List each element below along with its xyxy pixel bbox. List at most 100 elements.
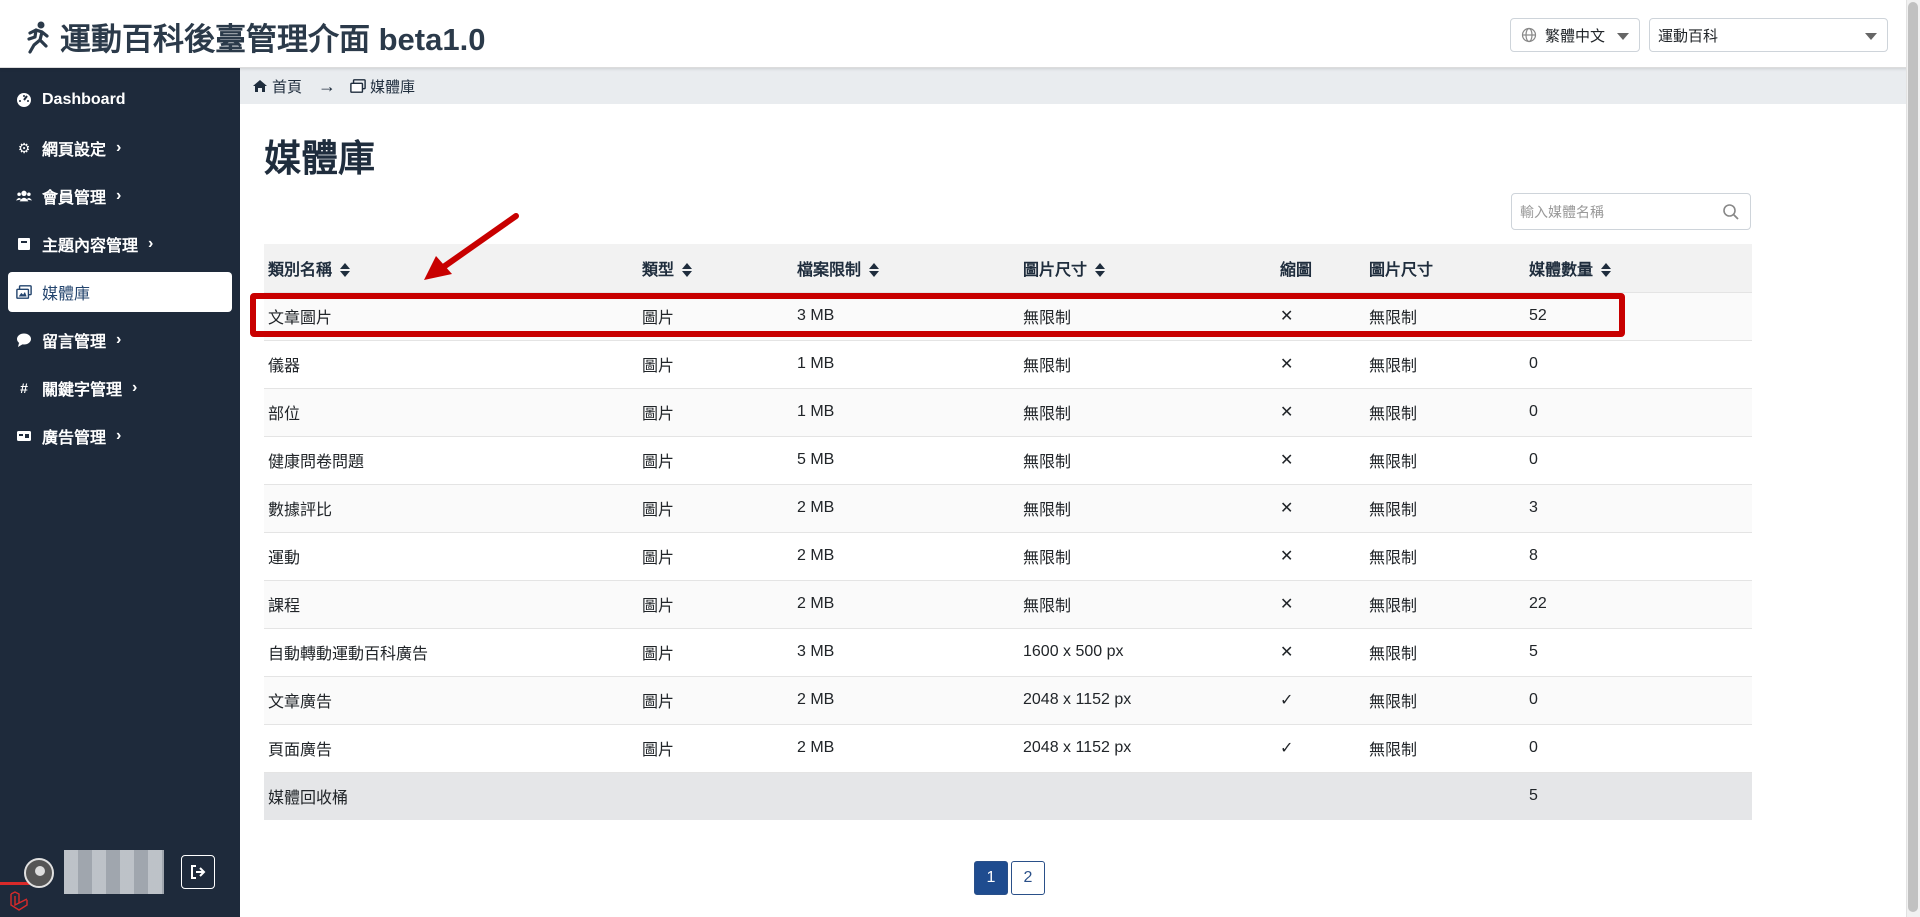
sidebar-item-members[interactable]: 會員管理 › — [8, 176, 232, 216]
cell-thumbnail: ✕ — [1276, 627, 1365, 676]
logout-button[interactable] — [181, 855, 215, 889]
sort-icon[interactable] — [340, 262, 351, 277]
cell-thumb-size: 無限制 — [1365, 627, 1525, 676]
sidebar-item-media-library[interactable]: 媒體庫 — [8, 272, 232, 312]
brand[interactable]: 運動百科後臺管理介面 beta1.0 — [22, 14, 485, 59]
cell-type: 圖片 — [638, 723, 793, 772]
cell-image-size: 2048 x 1152 px — [1019, 675, 1276, 724]
cell-name[interactable]: 部位 — [264, 387, 638, 436]
column-header-file-limit[interactable]: 檔案限制 — [793, 244, 1019, 292]
scrollbar[interactable] — [1906, 0, 1920, 917]
search-input[interactable] — [1512, 194, 1712, 229]
column-header-type[interactable]: 類型 — [638, 244, 793, 292]
search-box[interactable] — [1511, 193, 1751, 230]
page-title: 媒體庫 — [264, 138, 375, 179]
table-row[interactable]: 文章圖片 圖片 3 MB 無限制 ✕ 無限制 52 — [264, 291, 1752, 340]
cell-thumb-size: 無限制 — [1365, 339, 1525, 388]
site-select[interactable]: 運動百科 — [1649, 18, 1888, 52]
page-button-2[interactable]: 2 — [1011, 861, 1045, 895]
cell-count: 5 — [1525, 771, 1752, 820]
cell-file-limit: 2 MB — [793, 483, 1019, 532]
sort-icon[interactable] — [1095, 262, 1106, 277]
cell-name[interactable]: 儀器 — [264, 339, 638, 388]
cross-icon: ✕ — [1280, 500, 1294, 517]
cell-thumbnail: ✕ — [1276, 483, 1365, 532]
table-row[interactable]: 部位 圖片 1 MB 無限制 ✕ 無限制 0 — [264, 387, 1752, 436]
sidebar-item-comments[interactable]: 留言管理 › — [8, 320, 232, 360]
sidebar-item-label: 網頁設定 — [42, 142, 107, 159]
table-row[interactable]: 課程 圖片 2 MB 無限制 ✕ 無限制 22 — [264, 579, 1752, 628]
cell-name[interactable]: 健康問卷問題 — [264, 435, 638, 484]
chevron-right-icon: › — [116, 427, 122, 444]
sidebar-item-web-settings[interactable]: ⚙ 網頁設定 › — [8, 128, 232, 168]
language-select[interactable]: 繁體中文 — [1510, 18, 1640, 52]
table-row[interactable]: 文章廣告 圖片 2 MB 2048 x 1152 px ✓ 無限制 0 — [264, 675, 1752, 724]
table-row[interactable]: 數據評比 圖片 2 MB 無限制 ✕ 無限制 3 — [264, 483, 1752, 532]
sidebar-item-label: 關鍵字管理 — [42, 382, 123, 399]
breadcrumb-home[interactable]: 首頁 — [272, 76, 302, 97]
column-header-count[interactable]: 媒體數量 — [1525, 244, 1752, 292]
cell-thumbnail: ✓ — [1276, 723, 1365, 772]
sort-icon[interactable] — [869, 262, 880, 277]
cell-name[interactable]: 文章圖片 — [264, 291, 638, 340]
sidebar-item-ads[interactable]: 廣告管理 › — [8, 416, 232, 456]
language-value: 繁體中文 — [1545, 27, 1606, 45]
sidebar-item-dashboard[interactable]: Dashboard — [8, 80, 232, 120]
sidebar-item-content[interactable]: 主題內容管理 › — [8, 224, 232, 264]
page-button-1[interactable]: 1 — [974, 861, 1008, 895]
cell-count: 0 — [1525, 339, 1752, 388]
sidebar-item-label: 廣告管理 — [42, 430, 107, 447]
table-row[interactable]: 運動 圖片 2 MB 無限制 ✕ 無限制 8 — [264, 531, 1752, 580]
cross-icon: ✕ — [1280, 308, 1294, 325]
globe-icon — [1521, 27, 1537, 43]
cell-type: 圖片 — [638, 291, 793, 340]
top-header: 運動百科後臺管理介面 beta1.0 繁體中文 運動百科 — [0, 0, 1920, 68]
cross-icon: ✕ — [1280, 644, 1294, 661]
cell-name[interactable]: 運動 — [264, 531, 638, 580]
cell-type: 圖片 — [638, 675, 793, 724]
cell-image-size: 無限制 — [1019, 483, 1276, 532]
recycle-bin-row[interactable]: 媒體回收桶 5 — [264, 771, 1752, 820]
cell-image-size: 無限制 — [1019, 435, 1276, 484]
cell-name[interactable]: 自動轉動運動百科廣告 — [264, 627, 638, 676]
table-row[interactable]: 儀器 圖片 1 MB 無限制 ✕ 無限制 0 — [264, 339, 1752, 388]
search-icon[interactable] — [1722, 203, 1740, 221]
sort-icon[interactable] — [1601, 262, 1612, 277]
chevron-down-icon — [1617, 33, 1629, 40]
sort-icon[interactable] — [682, 262, 693, 277]
check-icon: ✓ — [1280, 692, 1294, 709]
cell-type: 圖片 — [638, 627, 793, 676]
cell-count: 5 — [1525, 627, 1752, 676]
scrollbar-thumb[interactable] — [1908, 2, 1918, 912]
table-row[interactable]: 頁面廣告 圖片 2 MB 2048 x 1152 px ✓ 無限制 0 — [264, 723, 1752, 772]
table-body: 文章圖片 圖片 3 MB 無限制 ✕ 無限制 52 儀器 圖片 1 MB 無限制… — [264, 291, 1752, 820]
cell-name[interactable]: 文章廣告 — [264, 675, 638, 724]
sidebar-item-label: 留言管理 — [42, 334, 107, 351]
column-header-image-size[interactable]: 圖片尺寸 — [1019, 244, 1276, 292]
cell-file-limit: 2 MB — [793, 579, 1019, 628]
site-value: 運動百科 — [1658, 27, 1719, 45]
cell-name[interactable]: 課程 — [264, 579, 638, 628]
sidebar-item-label: 主題內容管理 — [42, 238, 139, 255]
cell-name[interactable]: 數據評比 — [264, 483, 638, 532]
cell-type: 圖片 — [638, 579, 793, 628]
cell-file-limit: 3 MB — [793, 627, 1019, 676]
cell-type: 圖片 — [638, 387, 793, 436]
table-row[interactable]: 健康問卷問題 圖片 5 MB 無限制 ✕ 無限制 0 — [264, 435, 1752, 484]
sidebar-item-label: Dashboard — [42, 91, 126, 108]
column-header-thumb-size: 圖片尺寸 — [1365, 244, 1525, 292]
avatar[interactable] — [24, 858, 54, 888]
cell-thumbnail: ✓ — [1276, 675, 1365, 724]
cell-name[interactable]: 頁面廣告 — [264, 723, 638, 772]
cell-name[interactable]: 媒體回收桶 — [264, 771, 638, 820]
chevron-down-icon — [1865, 33, 1877, 40]
cell-image-size: 無限制 — [1019, 291, 1276, 340]
media-table: 類別名稱 類型 檔案限制 圖片尺寸 縮圖 圖片尺寸 媒體數量 文章圖片 圖片 3… — [264, 244, 1752, 820]
cell-count: 0 — [1525, 675, 1752, 724]
table-row[interactable]: 自動轉動運動百科廣告 圖片 3 MB 1600 x 500 px ✕ 無限制 5 — [264, 627, 1752, 676]
sidebar-item-keywords[interactable]: # 關鍵字管理 › — [8, 368, 232, 408]
cell-file-limit: 5 MB — [793, 435, 1019, 484]
cell-thumbnail: ✕ — [1276, 435, 1365, 484]
main-content: 媒體庫 類別名稱 類型 檔案限制 圖片尺寸 縮圖 圖片尺寸 媒體數量 文章圖片 … — [240, 104, 1906, 917]
cell-file-limit: 1 MB — [793, 339, 1019, 388]
